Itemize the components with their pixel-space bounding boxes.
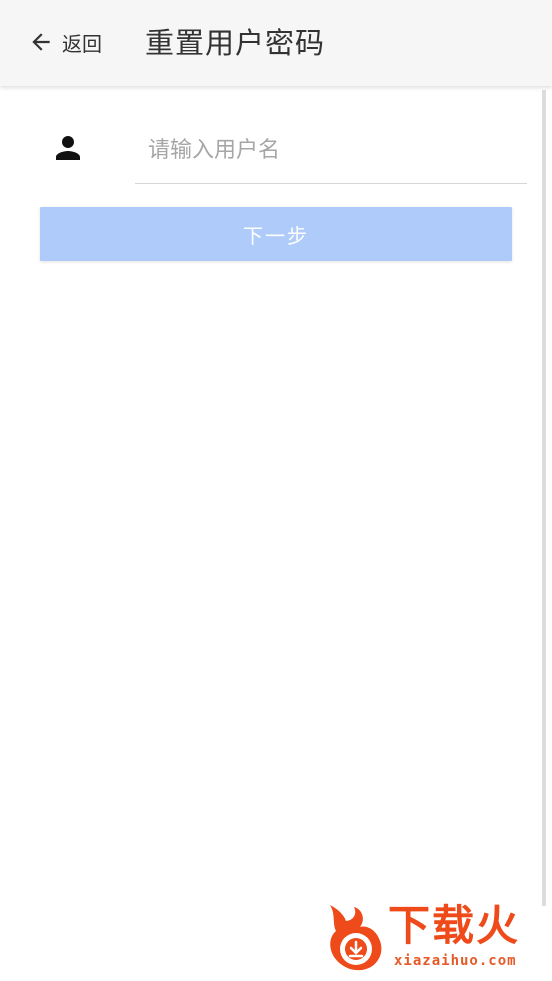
- back-button[interactable]: 返回: [28, 22, 102, 62]
- user-icon: [50, 130, 86, 166]
- reset-password-screen: 返回 重置用户密码 下一步 下载火 xiazaihuo.com: [0, 0, 552, 981]
- next-step-button[interactable]: 下一步: [40, 207, 512, 261]
- scrollbar[interactable]: [542, 90, 546, 906]
- app-header: 返回 重置用户密码: [0, 0, 552, 86]
- watermark-url: xiazaihuo.com: [394, 953, 517, 969]
- back-label: 返回: [62, 31, 102, 56]
- watermark-brand: 下载火: [388, 901, 521, 950]
- page-title: 重置用户密码: [145, 26, 326, 60]
- flame-logo-icon: [322, 901, 388, 973]
- username-input[interactable]: [135, 118, 527, 184]
- arrow-left-icon: [28, 29, 54, 55]
- watermark: 下载火 xiazaihuo.com: [322, 901, 548, 979]
